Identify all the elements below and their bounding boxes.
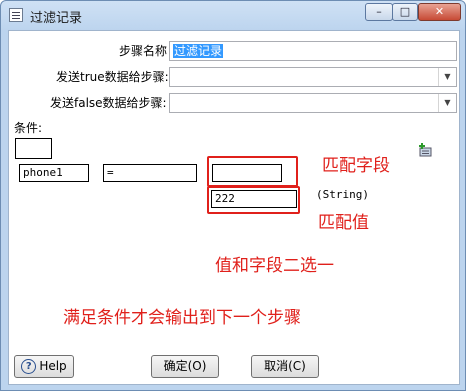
help-button[interactable]: ? Help bbox=[14, 355, 74, 378]
help-button-label: Help bbox=[39, 359, 67, 373]
annotation-choose-one: 值和字段二选一 bbox=[215, 256, 334, 276]
condition-left-field[interactable]: phone1 bbox=[19, 164, 89, 182]
dialog-body: 步骤名称 过滤记录 发送true数据给步骤: ▼ 发送false数据给步骤: ▼… bbox=[8, 30, 460, 385]
chevron-down-icon[interactable]: ▼ bbox=[438, 94, 456, 112]
cancel-button[interactable]: 取消(C) bbox=[251, 355, 319, 378]
step-name-label: 步骤名称 bbox=[119, 44, 168, 58]
filter-rows-dialog: 过滤记录 – □ ✕ 步骤名称 过滤记录 发送true数据给步骤: ▼ 发送fa… bbox=[0, 0, 466, 391]
annotation-output-note: 满足条件才会输出到下一个步骤 bbox=[63, 308, 301, 328]
minimize-button[interactable]: – bbox=[365, 3, 393, 21]
title-bar: 过滤记录 – □ ✕ bbox=[1, 1, 465, 29]
ok-button[interactable]: 确定(O) bbox=[151, 355, 219, 378]
add-condition-icon[interactable] bbox=[417, 142, 433, 158]
send-true-label: 发送true数据给步骤: bbox=[56, 70, 169, 84]
step-name-value: 过滤记录 bbox=[173, 44, 224, 58]
condition-operator[interactable]: = bbox=[103, 164, 197, 182]
annotation-match-value: 匹配值 bbox=[318, 213, 369, 233]
dialog-icon bbox=[9, 8, 23, 22]
condition-value-type: (String) bbox=[316, 188, 369, 201]
send-false-combo[interactable]: ▼ bbox=[169, 93, 457, 113]
close-button[interactable]: ✕ bbox=[418, 3, 461, 21]
annotation-box-value bbox=[207, 186, 300, 214]
send-true-combo[interactable]: ▼ bbox=[169, 67, 457, 87]
step-name-input[interactable]: 过滤记录 bbox=[169, 41, 457, 61]
help-icon: ? bbox=[21, 359, 37, 374]
annotation-match-field: 匹配字段 bbox=[322, 156, 390, 176]
window-title: 过滤记录 bbox=[30, 11, 83, 26]
maximize-button[interactable]: □ bbox=[392, 3, 418, 21]
annotation-box-field bbox=[207, 156, 298, 187]
condition-label: 条件: bbox=[14, 121, 43, 135]
condition-negate-box[interactable] bbox=[15, 138, 52, 159]
chevron-down-icon[interactable]: ▼ bbox=[438, 68, 456, 86]
send-false-label: 发送false数据给步骤: bbox=[50, 96, 167, 110]
